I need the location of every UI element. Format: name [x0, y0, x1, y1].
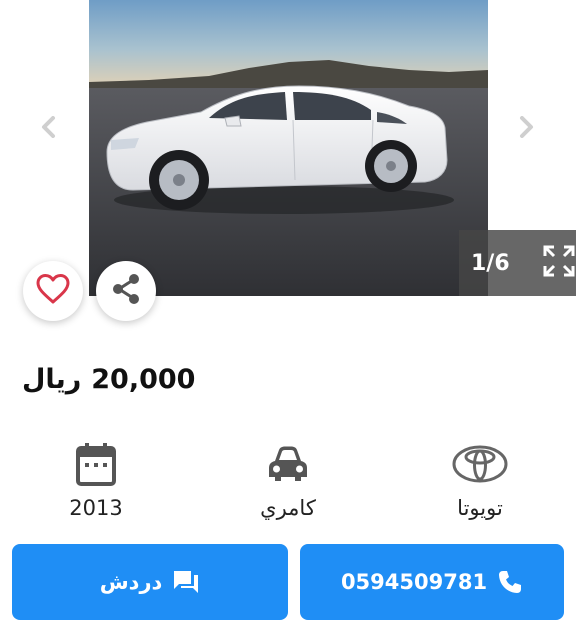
call-button-label: 0594509781 — [340, 570, 488, 594]
spec-year: 2013 — [36, 440, 156, 520]
spec-model-value: كامري — [260, 496, 316, 520]
chat-button[interactable]: دردش — [12, 544, 288, 620]
call-button[interactable]: 0594509781 — [300, 544, 564, 620]
price-currency: ريال — [22, 364, 82, 395]
toyota-logo — [452, 440, 508, 488]
phone-icon — [497, 569, 523, 595]
chat-button-label: دردش — [99, 570, 163, 594]
chevron-left-icon — [40, 116, 58, 142]
share-button[interactable] — [96, 261, 156, 321]
fullscreen-icon — [543, 245, 575, 281]
photo-counter: 1/6 — [471, 250, 510, 276]
spec-make-value: تويوتا — [457, 496, 503, 520]
spec-year-value: 2013 — [69, 496, 123, 520]
photo-counter-bar: 1/6 — [459, 230, 576, 296]
listing-price: ريال 20,000 — [12, 364, 195, 404]
car-icon — [267, 440, 309, 488]
car-photo[interactable] — [89, 0, 488, 296]
spec-make: تويوتا — [420, 440, 540, 520]
price-amount: 20,000 — [91, 364, 196, 395]
photo-gallery: 1/6 — [0, 0, 576, 321]
chat-icon — [172, 569, 200, 595]
listing-page: 1/6 ريال 20,000 2013 كامري تويوتا دردش 0… — [0, 0, 576, 624]
heart-icon — [36, 274, 70, 308]
calendar-icon — [76, 440, 116, 488]
share-icon — [110, 273, 142, 309]
previous-photo-button[interactable] — [34, 114, 64, 144]
fullscreen-button[interactable] — [542, 245, 576, 281]
favorite-button[interactable] — [23, 261, 83, 321]
chevron-right-icon — [517, 116, 535, 142]
spec-model: كامري — [228, 440, 348, 520]
next-photo-button[interactable] — [511, 114, 541, 144]
